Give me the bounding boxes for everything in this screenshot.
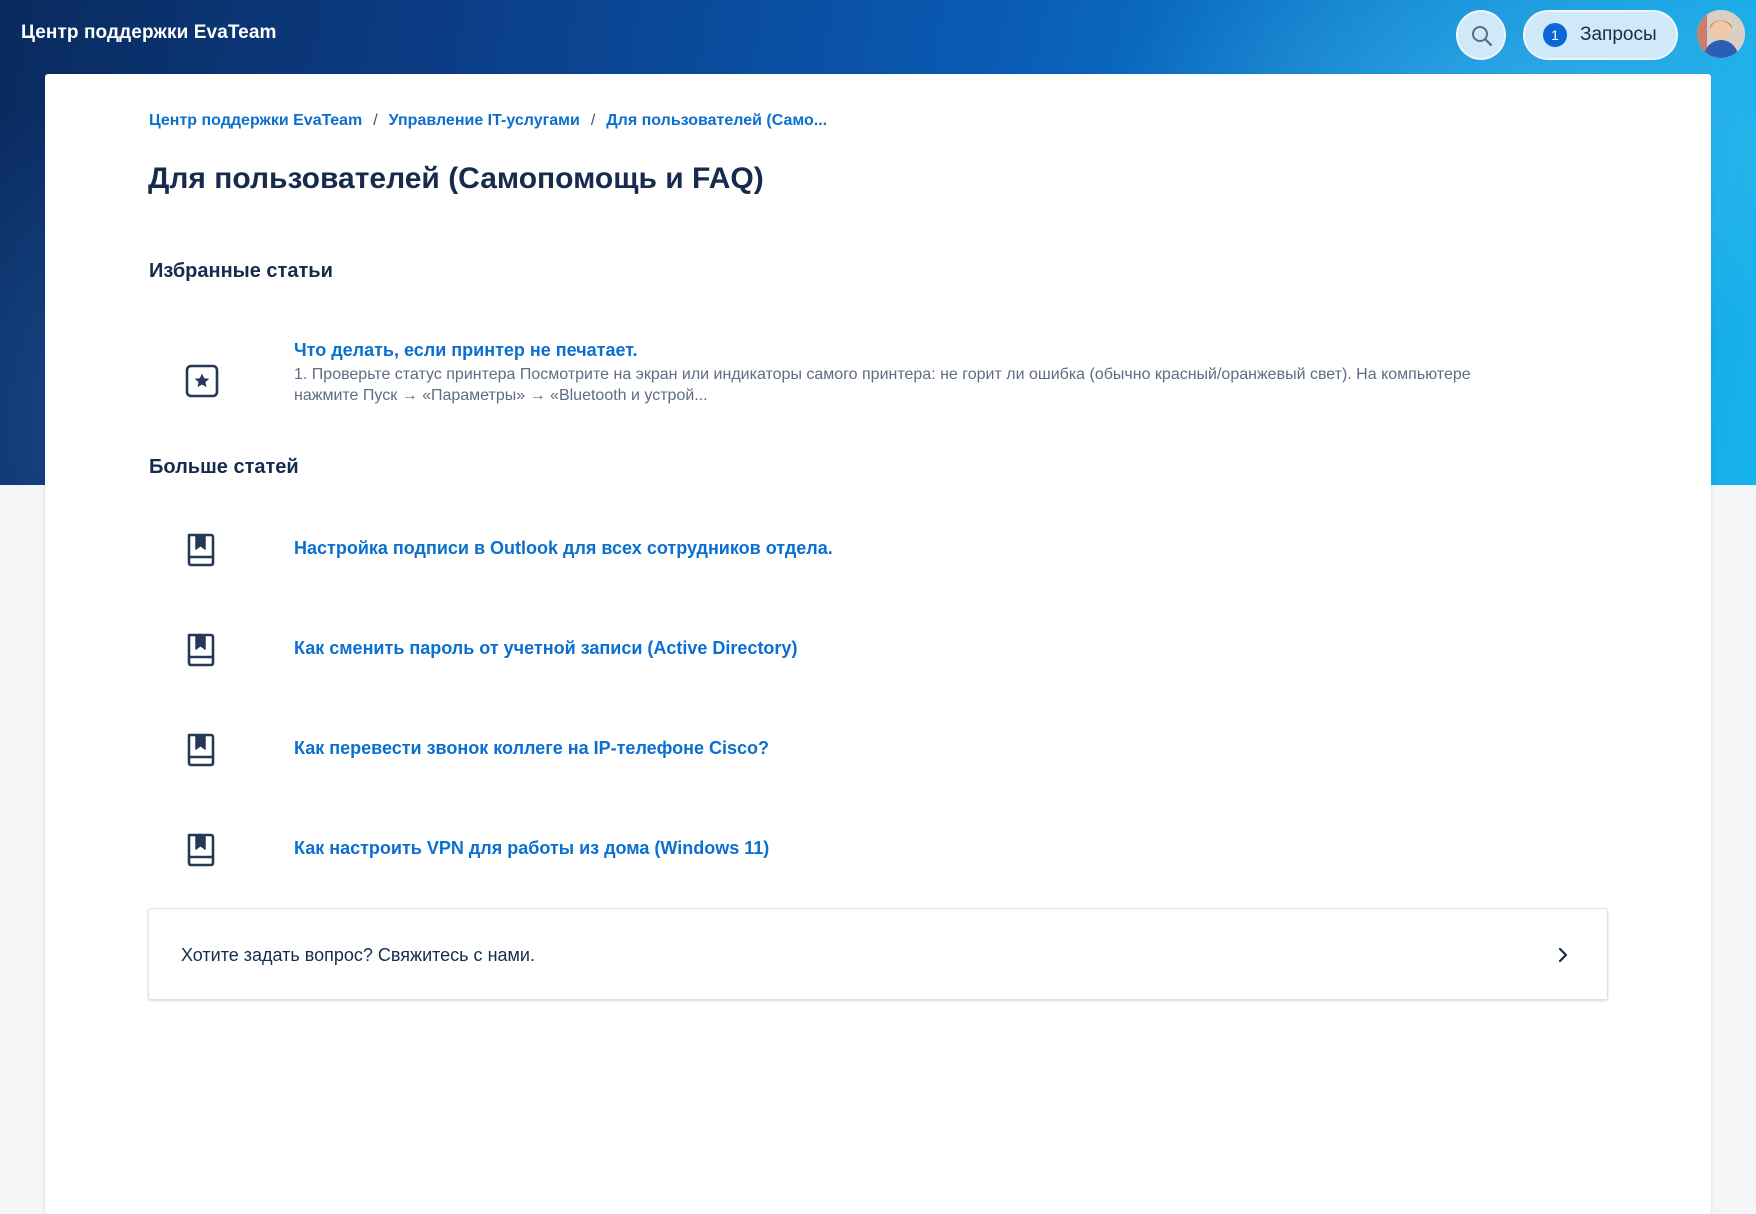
breadcrumb-item-current[interactable]: Для пользователей (Само... (606, 112, 827, 129)
page-title: Для пользователей (Самопомощь и FAQ) (148, 162, 764, 195)
site-title-link[interactable]: Центр поддержки EvaTeam (21, 22, 277, 44)
search-button[interactable] (1456, 10, 1506, 60)
article-item[interactable]: Как настроить VPN для работы из дома (Wi… (149, 826, 1049, 870)
content-card: Центр поддержки EvaTeam / Управление IT-ус… (45, 74, 1711, 1214)
contact-us-button[interactable]: Хотите задать вопрос? Свяжитесь с нами. (148, 908, 1608, 1000)
chevron-right-icon (1558, 947, 1568, 963)
more-articles-heading: Больше статей (149, 456, 299, 478)
featured-articles-heading: Избранные статьи (149, 260, 333, 282)
article-item[interactable]: Как перевести звонок коллеге на IP-телеф… (149, 726, 1049, 770)
article-title[interactable]: Настройка подписи в Outlook для всех сот… (294, 538, 833, 559)
user-avatar[interactable] (1697, 10, 1745, 58)
article-item[interactable]: Настройка подписи в Outlook для всех сот… (149, 526, 1049, 570)
book-icon (187, 533, 215, 567)
star-icon (185, 364, 219, 398)
breadcrumb-item-it-services[interactable]: Управление IT-услугами (389, 112, 580, 129)
breadcrumb-separator: / (590, 112, 596, 129)
book-icon (187, 633, 215, 667)
featured-article-title[interactable]: Что делать, если принтер не печатает. (294, 340, 638, 361)
avatar-image (1697, 10, 1745, 58)
breadcrumb: Центр поддержки EvaTeam / Управление IT-ус… (149, 112, 827, 130)
requests-count-badge: 1 (1543, 23, 1567, 47)
book-icon (187, 733, 215, 767)
article-item[interactable]: Как сменить пароль от учетной записи (Ac… (149, 626, 1049, 670)
breadcrumb-item-help-center[interactable]: Центр поддержки EvaTeam (149, 112, 362, 129)
top-navigation: Центр поддержки EvaTeam 1 Запросы (0, 0, 1756, 72)
article-title[interactable]: Как сменить пароль от учетной записи (Ac… (294, 638, 797, 659)
breadcrumb-separator: / (373, 112, 378, 129)
featured-article[interactable]: Что делать, если принтер не печатает. 1.… (149, 336, 1569, 416)
featured-article-excerpt: 1. Проверьте статус принтера Посмотрите … (294, 366, 1471, 404)
book-icon (187, 833, 215, 867)
search-icon (1472, 26, 1493, 47)
article-title[interactable]: Как настроить VPN для работы из дома (Wi… (294, 838, 769, 859)
article-title[interactable]: Как перевести звонок коллеге на IP-телеф… (294, 738, 769, 759)
requests-button[interactable]: 1 Запросы (1523, 10, 1678, 60)
requests-label: Запросы (1580, 24, 1657, 45)
contact-us-text: Хотите задать вопрос? Свяжитесь с нами. (181, 945, 535, 965)
